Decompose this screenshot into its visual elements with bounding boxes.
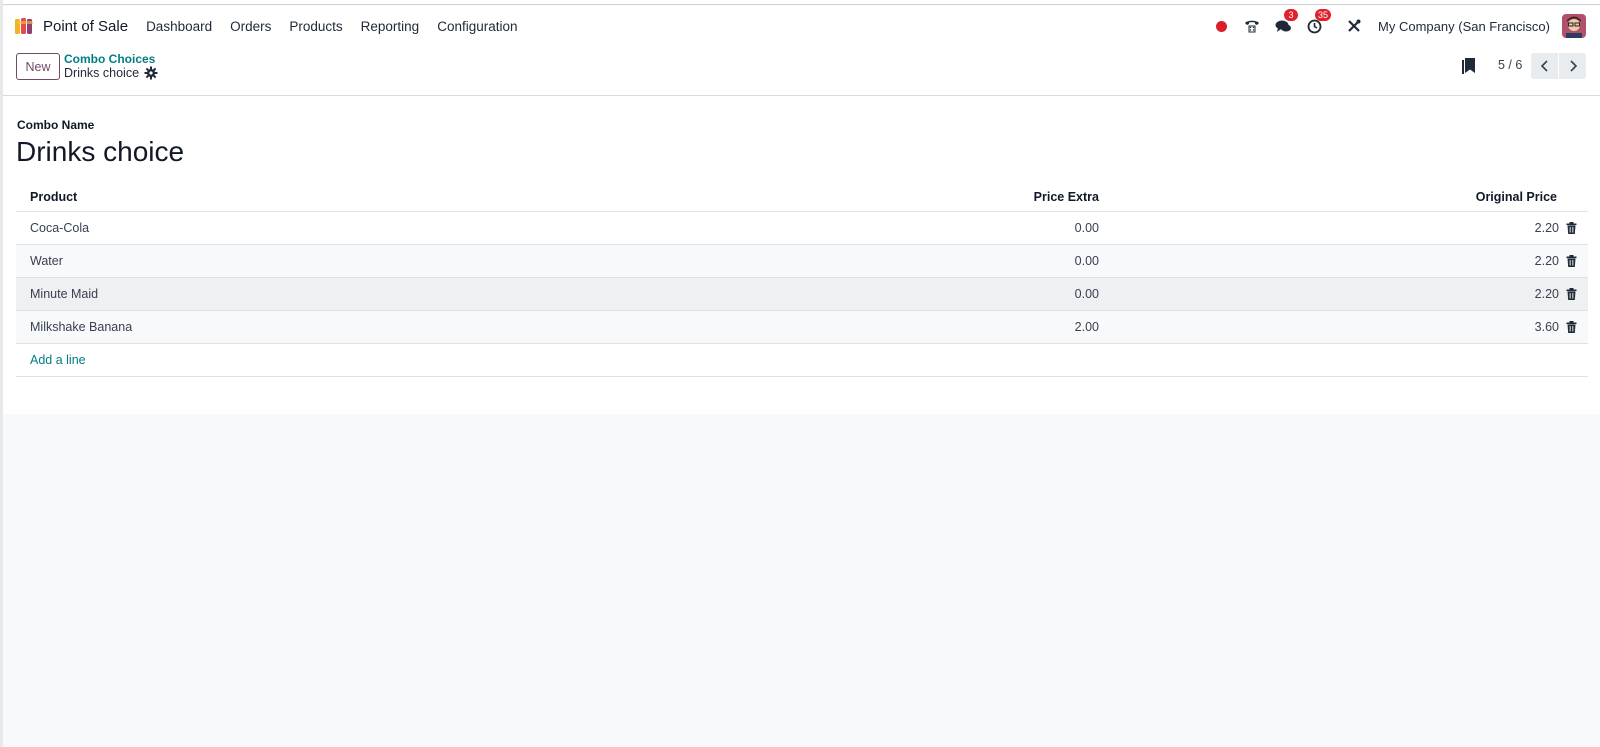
combo-name-field[interactable]: Drinks choice [16, 136, 184, 168]
cell-price-extra[interactable]: 0.00 [1075, 254, 1099, 268]
column-original-price[interactable]: Original Price [1476, 190, 1557, 204]
pager-previous-button[interactable] [1531, 53, 1558, 79]
bookmark-icon[interactable] [1461, 57, 1477, 75]
user-avatar[interactable] [1562, 14, 1586, 38]
clock-icon[interactable]: 35 [1304, 9, 1332, 36]
combo-name-label: Combo Name [17, 118, 95, 132]
app-brand[interactable]: Point of Sale [14, 17, 146, 35]
table-row[interactable]: Minute Maid 0.00 2.20 [16, 278, 1588, 311]
table-row[interactable]: Coca-Cola 0.00 2.20 [16, 212, 1588, 245]
cell-product[interactable]: Water [30, 254, 63, 268]
cell-original-price: 2.20 [1534, 254, 1559, 268]
cell-original-price: 3.60 [1534, 320, 1559, 334]
trash-icon[interactable] [1566, 222, 1577, 234]
form-sheet: Combo Name Drinks choice Product Price E… [3, 96, 1600, 414]
cell-product[interactable]: Milkshake Banana [30, 320, 132, 334]
table-row[interactable]: Water 0.00 2.20 [16, 245, 1588, 278]
menu-products[interactable]: Products [289, 19, 342, 34]
add-line-row: Add a line [16, 344, 1588, 377]
gear-icon[interactable] [144, 66, 158, 80]
trash-icon[interactable] [1566, 255, 1577, 267]
pager-next-button[interactable] [1559, 53, 1586, 79]
menu-reporting[interactable]: Reporting [361, 19, 420, 34]
pager-value[interactable]: 5 / 6 [1498, 58, 1522, 72]
cell-product[interactable]: Minute Maid [30, 287, 98, 301]
menu-dashboard[interactable]: Dashboard [146, 19, 212, 34]
table-header: Product Price Extra Original Price [16, 181, 1588, 212]
column-price-extra[interactable]: Price Extra [1034, 190, 1099, 204]
breadcrumb-current-record: Drinks choice [64, 66, 140, 80]
company-switcher[interactable]: My Company (San Francisco) [1378, 19, 1550, 34]
trash-icon[interactable] [1566, 321, 1577, 333]
record-dot-icon[interactable] [1211, 16, 1231, 36]
chevron-right-icon [1569, 60, 1577, 72]
main-navbar: Point of Sale Dashboard Orders Products … [3, 6, 1600, 46]
cell-price-extra[interactable]: 0.00 [1075, 287, 1099, 301]
chevron-left-icon [1540, 60, 1548, 72]
window-top-edge [0, 0, 1600, 5]
new-button[interactable]: New [16, 53, 60, 80]
cell-product[interactable]: Coca-Cola [30, 221, 89, 235]
column-product[interactable]: Product [30, 190, 77, 204]
cell-price-extra[interactable]: 2.00 [1075, 320, 1099, 334]
cell-original-price: 2.20 [1534, 221, 1559, 235]
table-row[interactable]: Milkshake Banana 2.00 3.60 [16, 311, 1588, 344]
cell-price-extra[interactable]: 0.00 [1075, 221, 1099, 235]
add-line-link[interactable]: Add a line [30, 353, 86, 367]
messages-badge: 3 [1284, 9, 1299, 21]
systray: 3 35 My Company (San Francisco) [1200, 6, 1600, 46]
cell-original-price: 2.20 [1534, 287, 1559, 301]
menu-configuration[interactable]: Configuration [437, 19, 517, 34]
app-name: Point of Sale [43, 17, 129, 35]
phone-icon[interactable] [1242, 16, 1262, 36]
control-panel: New Combo Choices Drinks choice 5 / 6 [3, 46, 1600, 96]
chat-icon[interactable]: 3 [1273, 9, 1299, 36]
trash-icon[interactable] [1566, 288, 1577, 300]
menu-orders[interactable]: Orders [230, 19, 271, 34]
tools-icon[interactable] [1344, 16, 1364, 36]
activities-badge: 35 [1315, 9, 1332, 21]
breadcrumb-combo-choices[interactable]: Combo Choices [64, 52, 155, 66]
combo-lines-table: Product Price Extra Original Price Coca-… [16, 181, 1588, 377]
pos-app-icon [15, 18, 33, 34]
